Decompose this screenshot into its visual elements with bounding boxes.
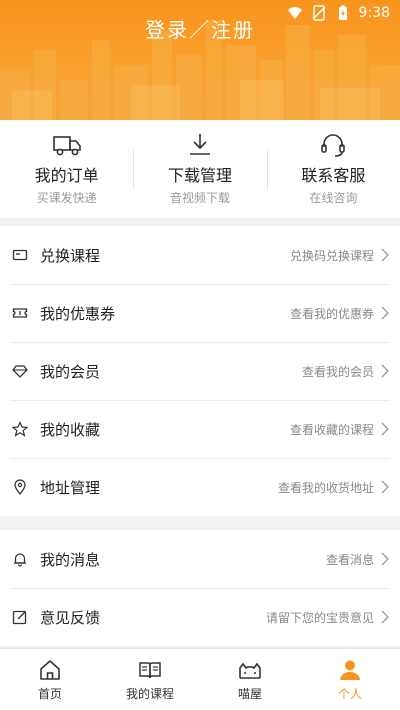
book-icon <box>139 661 161 678</box>
menu-item-label: 意见反馈 <box>40 608 101 627</box>
menu-item-hint: 查看消息 <box>325 552 374 567</box>
menu-item-hint: 查看收藏的课程 <box>289 422 374 437</box>
diamond-icon <box>12 363 28 379</box>
menu-item-label: 我的会员 <box>40 362 101 381</box>
menu-item-label: 我的收藏 <box>40 420 101 439</box>
quick-action-subtitle: 在线咨询 <box>309 191 358 205</box>
chevron-right-icon <box>381 248 389 262</box>
nav-tab-home[interactable]: 首页 <box>0 649 100 710</box>
menu-item-my-favorites[interactable]: 我的收藏 查看收藏的课程 <box>0 400 400 458</box>
my-orders-button[interactable]: 我的订单 买课发快递 <box>0 120 133 218</box>
quick-actions: 我的订单 买课发快递 下载管理 音视频下载 联系客服 在线咨询 <box>0 120 400 218</box>
nav-tab-my-courses[interactable]: 我的课程 <box>100 649 200 710</box>
chevron-right-icon <box>381 364 389 378</box>
headset-icon <box>321 134 346 157</box>
login-register-link[interactable]: 登录／注册 <box>0 14 400 43</box>
truck-icon <box>52 136 81 156</box>
menu-item-redeem-course[interactable]: 兑换课程 兑换码兑换课程 <box>0 226 400 284</box>
menu-item-label: 我的消息 <box>40 550 101 569</box>
bottom-navigation: 首页 我的课程 喵屋 个人 <box>0 648 400 710</box>
quick-action-subtitle: 买课发快递 <box>36 191 97 205</box>
card-icon <box>12 247 28 263</box>
edit-icon <box>12 609 28 625</box>
chevron-right-icon <box>381 480 389 494</box>
home-icon <box>40 659 60 680</box>
quick-action-title: 下载管理 <box>167 166 232 185</box>
nav-tab-label: 喵屋 <box>237 686 262 701</box>
menu-item-hint: 查看我的会员 <box>301 364 374 379</box>
star-icon <box>12 421 28 437</box>
menu-item-hint: 查看我的收货地址 <box>277 480 374 495</box>
person-icon <box>340 660 360 680</box>
menu-item-label: 地址管理 <box>40 478 101 497</box>
cat-icon <box>239 662 261 679</box>
contact-service-button[interactable]: 联系客服 在线咨询 <box>266 120 400 218</box>
ticket-icon <box>12 305 28 321</box>
menu-item-label: 我的优惠券 <box>40 304 116 323</box>
menu-group-main: 兑换课程 兑换码兑换课程 我的优惠券 查看我的优惠券 我的会员 查看我的会员 我… <box>0 226 400 516</box>
chevron-right-icon <box>381 610 389 624</box>
quick-action-title: 我的订单 <box>34 166 99 185</box>
quick-action-subtitle: 音视频下载 <box>169 191 230 205</box>
chevron-right-icon <box>381 422 389 436</box>
menu-item-hint: 查看我的优惠券 <box>289 306 374 321</box>
menu-item-address-management[interactable]: 地址管理 查看我的收货地址 <box>0 458 400 516</box>
bell-icon <box>12 551 28 567</box>
nav-tab-label: 首页 <box>37 686 62 701</box>
quick-action-title: 联系客服 <box>301 166 366 185</box>
profile-header: 9:38 登录／注册 <box>0 0 400 120</box>
nav-tab-profile[interactable]: 个人 <box>300 649 400 710</box>
menu-group-secondary: 我的消息 查看消息 意见反馈 请留下您的宝贵意见 <box>0 530 400 646</box>
menu-item-hint: 兑换码兑换课程 <box>289 248 374 263</box>
menu-item-label: 兑换课程 <box>40 246 101 265</box>
nav-tab-cat-house[interactable]: 喵屋 <box>200 649 300 710</box>
menu-item-hint: 请留下您的宝贵意见 <box>265 610 374 625</box>
chevron-right-icon <box>381 306 389 320</box>
menu-item-feedback[interactable]: 意见反馈 请留下您的宝贵意见 <box>0 588 400 646</box>
nav-tab-label: 我的课程 <box>125 686 174 701</box>
location-icon <box>12 479 28 495</box>
chevron-right-icon <box>381 552 389 566</box>
menu-item-my-messages[interactable]: 我的消息 查看消息 <box>0 530 400 588</box>
menu-item-my-membership[interactable]: 我的会员 查看我的会员 <box>0 342 400 400</box>
download-icon <box>189 134 210 155</box>
download-manager-button[interactable]: 下载管理 音视频下载 <box>133 120 266 218</box>
nav-tab-label: 个人 <box>337 686 362 701</box>
menu-item-my-coupons[interactable]: 我的优惠券 查看我的优惠券 <box>0 284 400 342</box>
